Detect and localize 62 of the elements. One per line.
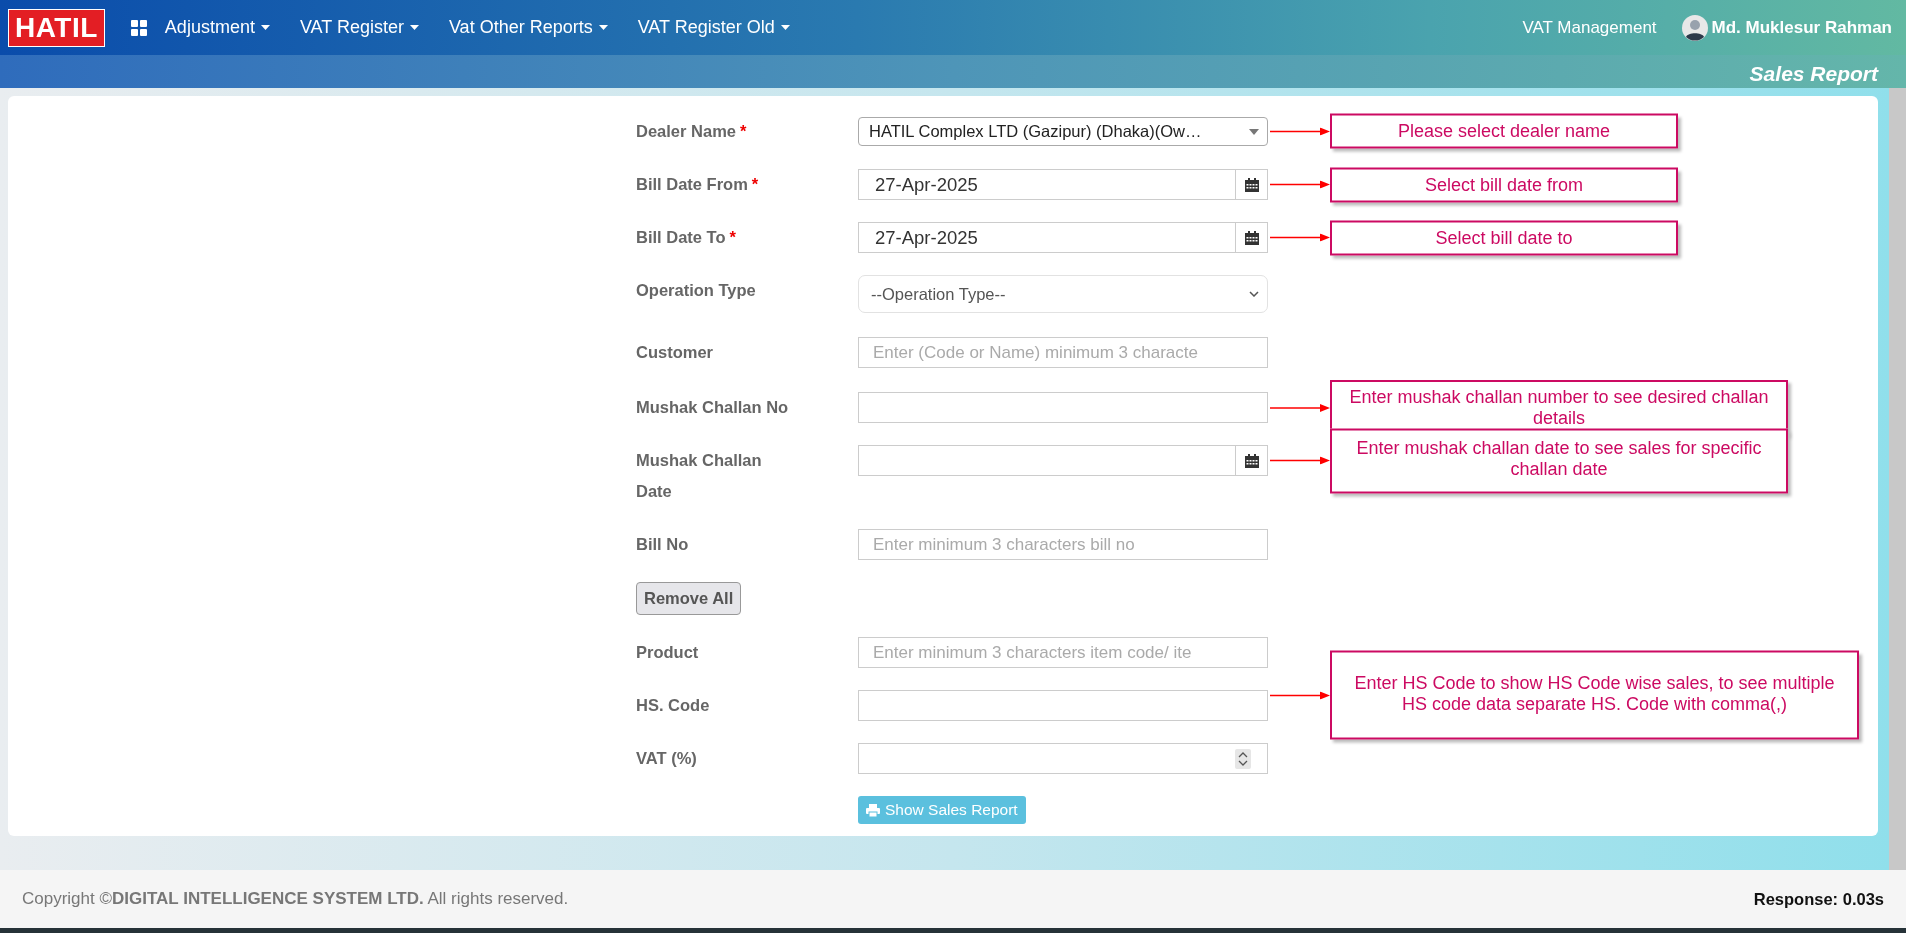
callout-note: Select bill date from — [1330, 167, 1678, 202]
required-mark: * — [729, 228, 736, 246]
field-label: Bill Date From — [636, 174, 748, 195]
field-label: Mushak Challan Date — [636, 450, 763, 502]
nav-menu[interactable]: Vat Other Reports — [448, 17, 608, 38]
required-mark: * — [751, 175, 759, 193]
logo[interactable]: HATIL — [8, 8, 105, 47]
calendar-icon — [1244, 230, 1259, 245]
number-field[interactable] — [858, 743, 1268, 774]
field-label: VAT (%) — [636, 748, 697, 769]
caret-icon — [1249, 128, 1259, 135]
field-label: HS. Code — [636, 695, 710, 716]
spinner-icon[interactable] — [1235, 748, 1251, 769]
calendar-button[interactable] — [1236, 222, 1268, 253]
dealer-select[interactable]: HATIL Complex LTD (Gazipur) (Dhaka)(Ow… — [858, 117, 1268, 146]
calendar-icon — [1244, 177, 1259, 192]
callout-note: Select bill date to — [1330, 220, 1678, 255]
caret-icon — [260, 25, 270, 30]
grid-icon[interactable] — [130, 19, 147, 36]
arrow-icon — [1270, 180, 1330, 189]
printer-icon — [866, 803, 880, 817]
caret-icon — [780, 25, 790, 30]
arrow-icon — [1270, 233, 1330, 242]
field-label: Mushak Challan No — [636, 397, 789, 418]
scrollbar[interactable] — [1889, 88, 1906, 870]
calendar-icon — [1244, 453, 1259, 468]
text-field[interactable]: Enter (Code or Name) minimum 3 characte — [858, 337, 1268, 368]
field-label: Bill Date To — [636, 227, 726, 248]
nav-menu[interactable]: Adjustment — [164, 17, 270, 38]
callout-note: Please select dealer name — [1330, 113, 1678, 149]
required-mark: * — [740, 122, 747, 140]
field-label: Operation Type — [636, 280, 756, 301]
field-label: Bill No — [636, 534, 689, 555]
text-field[interactable] — [858, 690, 1268, 721]
page-title: Sales Report — [1749, 62, 1878, 87]
field-label: Dealer Name — [636, 121, 736, 142]
remove-all-button[interactable]: Remove All — [636, 582, 742, 615]
arrow-icon — [1270, 403, 1330, 412]
field-label: Product — [636, 642, 699, 663]
calendar-button[interactable] — [1236, 445, 1268, 476]
callout-note: Enter mushak challan date to see sales for specific challan date — [1330, 428, 1788, 493]
caret-icon — [598, 25, 608, 30]
copyright-text: Copyright ©DIGITAL INTELLIGENCE SYSTEM LTD. All rights reserved. — [22, 889, 569, 909]
callout-note: Enter HS Code to show HS Code wise sales, to see multiple HS code data separate HS. Code with comma(,) — [1330, 650, 1859, 740]
response-time: Response: 0.03s — [1753, 889, 1884, 909]
select-field[interactable]: --Operation Type-- — [858, 275, 1268, 313]
avatar-icon[interactable] — [1681, 14, 1708, 41]
arrow-icon — [1270, 456, 1330, 465]
text-field[interactable]: Enter minimum 3 characters bill no — [858, 529, 1268, 560]
chevron-icon — [1249, 291, 1259, 297]
text-field[interactable]: Enter minimum 3 characters item code/ ite — [858, 637, 1268, 668]
nav-menu[interactable]: VAT Register — [299, 17, 419, 38]
arrow-icon — [1270, 127, 1330, 135]
caret-icon — [409, 25, 419, 30]
calendar-button[interactable] — [1236, 169, 1268, 200]
date-field[interactable]: 27-Apr-2025 — [858, 222, 1236, 253]
arrow-icon — [1270, 691, 1330, 699]
date-field[interactable] — [858, 445, 1236, 476]
text-field[interactable] — [858, 392, 1268, 423]
field-label: Customer — [636, 342, 713, 363]
nav-menu[interactable]: VAT Register Old — [637, 17, 790, 38]
date-field[interactable]: 27-Apr-2025 — [858, 169, 1236, 200]
